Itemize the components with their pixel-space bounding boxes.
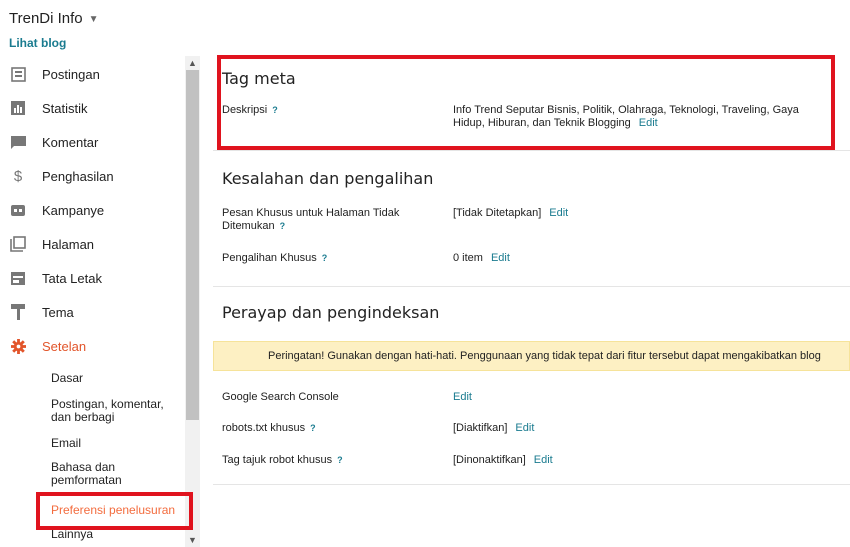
layout-icon [10, 270, 26, 286]
row-value-google-search-console: Edit [453, 391, 833, 404]
sidebar-item-label: Tema [42, 304, 74, 320]
sidebar-item-komentar[interactable]: Komentar [0, 125, 185, 159]
sidebar-item-penghasilan[interactable]: $ Penghasilan [0, 159, 185, 193]
label-text: Pesan Khusus untuk Halaman Tidak Ditemuk… [222, 207, 400, 232]
blog-selector[interactable]: TrenDi Info ▼ [9, 10, 99, 27]
sub-item-lainnya[interactable]: Lainnya [51, 528, 181, 541]
sidebar-scrollbar[interactable]: ▲ ▼ [185, 56, 200, 547]
edit-robot-header-tags-link[interactable]: Edit [534, 454, 553, 466]
dollar-icon: $ [13, 167, 23, 185]
scroll-thumb[interactable] [186, 70, 199, 420]
comment-icon [10, 134, 26, 150]
pages-icon [10, 236, 26, 252]
help-icon[interactable]: ? [322, 253, 328, 263]
label-text: Deskripsi [222, 104, 268, 116]
section-title-tag-meta: Tag meta [222, 69, 296, 88]
edit-deskripsi-link[interactable]: Edit [639, 117, 658, 129]
label-text: robots.txt khusus [222, 422, 306, 434]
sidebar-item-statistik[interactable]: Statistik [0, 91, 185, 125]
scroll-down-icon[interactable]: ▼ [185, 533, 200, 547]
sidebar-item-label: Postingan [42, 66, 100, 82]
sidebar-item-label: Statistik [42, 100, 88, 116]
row-label-google-search-console: Google Search Console [222, 391, 432, 404]
edit-pengalihan-link[interactable]: Edit [491, 252, 510, 264]
label-text: Google Search Console [222, 391, 339, 403]
section-title-perayap: Perayap dan pengindeksan [222, 303, 440, 322]
value-text: [Diaktifkan] [453, 422, 508, 434]
sidebar-item-label: Setelan [42, 338, 87, 354]
sidebar-item-label: Halaman [42, 236, 95, 252]
sub-item-postingan-komentar[interactable]: Postingan, komentar, dan berbagi [51, 398, 181, 424]
sub-item-dasar[interactable]: Dasar [51, 372, 181, 385]
divider [213, 484, 850, 485]
sidebar-item-postingan[interactable]: Postingan [0, 57, 185, 91]
edit-robots-txt-link[interactable]: Edit [515, 422, 534, 434]
sub-item-bahasa[interactable]: Bahasa dan pemformatan [51, 461, 181, 487]
view-blog-link[interactable]: Lihat blog [9, 36, 66, 50]
edit-pesan-khusus-link[interactable]: Edit [549, 207, 568, 219]
sidebar: Postingan Statistik Komentar $ Penghasil… [0, 56, 200, 547]
paint-roller-icon [10, 304, 26, 320]
row-label-robot-header-tags: Tag tajuk robot khusus? [222, 454, 432, 467]
divider [213, 286, 850, 287]
row-label-pengalihan-khusus: Pengalihan Khusus? [222, 252, 432, 265]
blog-title: TrenDi Info [9, 10, 83, 27]
row-value-robots-txt: [Diaktifkan] Edit [453, 422, 833, 435]
help-icon[interactable]: ? [280, 221, 286, 231]
scroll-up-icon[interactable]: ▲ [185, 56, 200, 70]
sidebar-item-label: Kampanye [42, 202, 105, 218]
blog-header: TrenDi Info ▼ Lihat blog [0, 0, 200, 56]
value-text: [Dinonaktifkan] [453, 454, 526, 466]
sidebar-item-label: Komentar [42, 134, 99, 150]
help-icon[interactable]: ? [272, 105, 278, 115]
row-value-deskripsi: Info Trend Seputar Bisnis, Politik, Olah… [453, 104, 833, 130]
caret-down-icon: ▼ [88, 13, 99, 25]
edit-search-console-link[interactable]: Edit [453, 391, 472, 403]
row-value-pesan-khusus: [Tidak Ditetapkan] Edit [453, 207, 833, 220]
value-text: 0 item [453, 252, 483, 264]
warning-banner: Peringatan! Gunakan dengan hati-hati. Pe… [213, 341, 850, 371]
label-text: Tag tajuk robot khusus [222, 454, 333, 466]
section-title-kesalahan: Kesalahan dan pengalihan [222, 169, 434, 188]
row-label-deskripsi: Deskripsi? [222, 104, 432, 117]
help-icon[interactable]: ? [310, 423, 316, 433]
row-value-pengalihan-khusus: 0 item Edit [453, 252, 833, 265]
sub-item-preferensi-penelusuran[interactable]: Preferensi penelusuran [51, 504, 181, 517]
sidebar-item-label: Tata Letak [42, 270, 102, 286]
ad-icon [10, 202, 26, 218]
divider [213, 150, 850, 151]
sub-item-email[interactable]: Email [51, 437, 181, 450]
row-value-robot-header-tags: [Dinonaktifkan] Edit [453, 454, 833, 467]
sidebar-item-setelan[interactable]: Setelan [0, 329, 185, 363]
sidebar-item-kampanye[interactable]: Kampanye [0, 193, 185, 227]
posts-icon [10, 66, 26, 82]
row-label-robots-txt: robots.txt khusus? [222, 422, 432, 435]
sidebar-item-label: Penghasilan [42, 168, 114, 184]
gear-icon [10, 338, 26, 354]
sidebar-item-tema[interactable]: Tema [0, 295, 185, 329]
value-text: [Tidak Ditetapkan] [453, 207, 542, 219]
stats-icon [10, 100, 26, 116]
sidebar-item-tata-letak[interactable]: Tata Letak [0, 261, 185, 295]
help-icon[interactable]: ? [337, 455, 343, 465]
label-text: Pengalihan Khusus [222, 252, 317, 264]
main-content: Tag meta Deskripsi? Info Trend Seputar B… [213, 56, 850, 547]
sidebar-item-halaman[interactable]: Halaman [0, 227, 185, 261]
description-value: Info Trend Seputar Bisnis, Politik, Olah… [453, 104, 799, 129]
row-label-pesan-khusus: Pesan Khusus untuk Halaman Tidak Ditemuk… [222, 207, 422, 233]
